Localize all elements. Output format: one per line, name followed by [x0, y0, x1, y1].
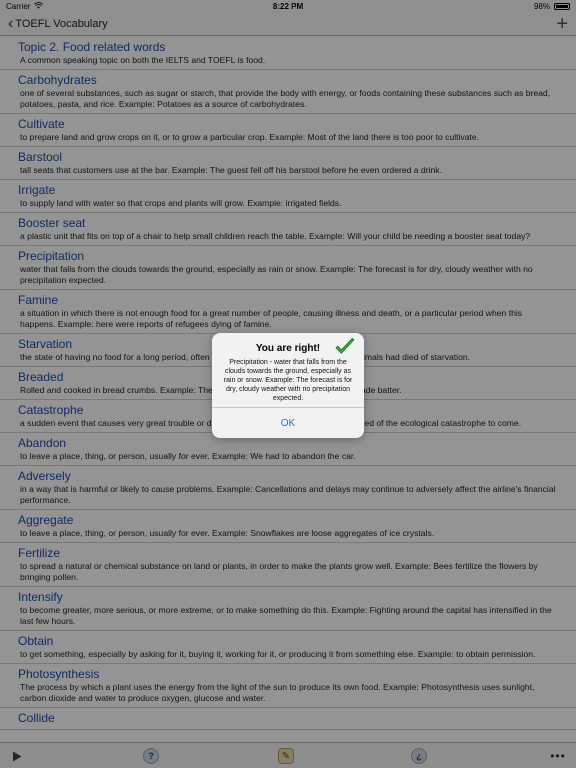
alert-dialog: You are right! Precipitation - water tha…: [212, 333, 364, 438]
alert-content: You are right! Precipitation - water tha…: [212, 333, 364, 407]
ok-button[interactable]: OK: [212, 408, 364, 438]
alert-message: Precipitation - water that falls from th…: [223, 359, 353, 402]
checkmark-icon: [335, 337, 355, 354]
